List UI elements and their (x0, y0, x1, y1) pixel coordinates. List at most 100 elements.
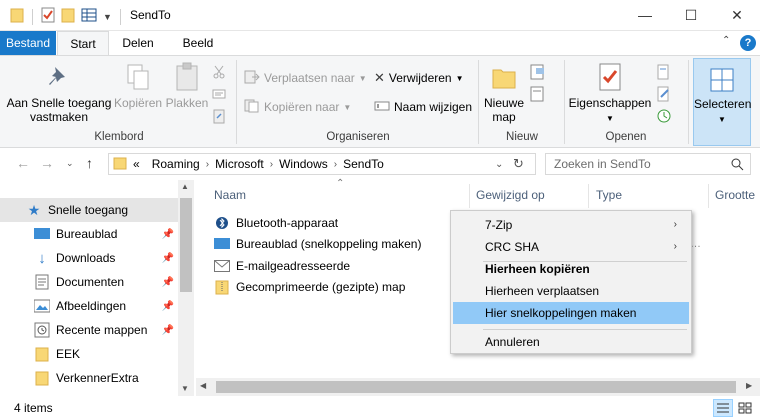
minimize-button[interactable]: — (622, 0, 668, 30)
up-button[interactable]: ↑ (86, 155, 93, 171)
nav-item-eek[interactable]: EEK (0, 342, 178, 366)
help-button[interactable]: ? (740, 35, 756, 51)
menu-item-copy-here[interactable]: Hierheen kopiëren (453, 258, 689, 280)
nav-item-bureaublad[interactable]: Bureaublad 📌 (0, 222, 178, 246)
pin-to-quick-access-button[interactable]: Aan Snelle toegang vastmaken (6, 60, 112, 124)
nav-item-recente-mappen[interactable]: Recente mappen 📌 (0, 318, 178, 342)
ribbon: Aan Snelle toegang vastmaken Kopiëren Pl… (0, 55, 760, 148)
copy-button[interactable]: Kopiëren (114, 60, 162, 110)
column-header-type[interactable]: Type (596, 188, 622, 202)
edit-icon[interactable] (656, 84, 672, 104)
menu-item-cancel[interactable]: Annuleren (453, 331, 689, 353)
folder-icon (10, 7, 24, 26)
scroll-up-icon[interactable]: ▲ (181, 182, 189, 191)
column-header-grootte[interactable]: Grootte (715, 188, 755, 202)
forward-button[interactable]: → (40, 155, 54, 171)
details-view-icon (717, 403, 729, 413)
download-icon: ↓ (38, 249, 46, 267)
column-header-gewijzigd-op[interactable]: Gewijzigd op (476, 188, 545, 202)
copy-icon (122, 62, 154, 92)
breadcrumb-microsoft[interactable]: Microsoft (209, 157, 270, 171)
open-icon[interactable] (656, 62, 672, 82)
new-item-icon[interactable] (530, 62, 550, 82)
group-separator (688, 60, 689, 144)
easy-access-icon[interactable] (530, 84, 550, 104)
nav-item-verkennerextra[interactable]: VerkennerExtra (0, 366, 178, 390)
mail-icon (214, 258, 230, 274)
copy-path-icon[interactable] (212, 84, 226, 104)
file-list-horizontal-scrollbar[interactable]: ◀ ▶ (196, 378, 760, 396)
back-button[interactable]: ← (16, 155, 30, 171)
address-dropdown-icon[interactable]: ⌄ (495, 159, 503, 170)
scroll-left-icon[interactable]: ◀ (200, 381, 206, 390)
column-separator[interactable] (588, 184, 589, 208)
file-row[interactable]: Bluetooth-apparaat (214, 213, 338, 233)
column-separator[interactable] (469, 184, 470, 208)
scroll-right-icon[interactable]: ▶ (746, 381, 752, 390)
nav-item-downloads[interactable]: ↓ Downloads 📌 (0, 246, 178, 270)
new-folder-button[interactable]: Nieuwe map (482, 60, 526, 124)
pin-icon: 📌 (161, 276, 174, 288)
paste-shortcut-icon[interactable] (212, 106, 226, 126)
details-view-icon[interactable] (81, 7, 97, 26)
select-grid-icon (709, 67, 735, 93)
delete-label: Verwijderen (388, 71, 452, 85)
navigation-pane: ★ Snelle toegang Bureaublad 📌 ↓ Download… (0, 180, 194, 396)
search-icon (731, 154, 744, 177)
ribbon-tabs: Bestand Start Delen Beeld ⌃ ? (0, 31, 760, 56)
search-input[interactable]: Zoeken in SendTo (545, 153, 751, 175)
recent-locations-icon[interactable]: ⌄ (66, 158, 74, 169)
maximize-button[interactable]: ☐ (668, 0, 714, 30)
address-bar[interactable]: « Roaming › Microsoft › Windows › SendTo… (108, 153, 536, 175)
move-to-icon (244, 70, 260, 87)
item-count: 4 items (14, 401, 53, 415)
group-label-klembord: Klembord (94, 131, 144, 143)
select-button[interactable]: Selecteren ▼ (693, 58, 751, 146)
customize-qat-chevron-icon[interactable]: ▼ (103, 12, 112, 22)
properties-icon[interactable] (41, 7, 55, 26)
paste-icon (171, 62, 203, 92)
properties-button[interactable]: Eigenschappen ▼ (568, 60, 652, 126)
scroll-down-icon[interactable]: ▼ (181, 384, 189, 393)
nav-item-documenten[interactable]: Documenten 📌 (0, 270, 178, 294)
tab-bestand[interactable]: Bestand (0, 31, 56, 55)
menu-item-move-here[interactable]: Hierheen verplaatsen (453, 280, 689, 302)
large-icons-view-icon (738, 402, 752, 414)
new-folder-icon[interactable] (61, 7, 75, 26)
tab-delen[interactable]: Delen (112, 31, 164, 55)
history-icon[interactable] (656, 106, 672, 126)
copy-to-button[interactable]: Kopiëren naar ▼ (244, 97, 351, 117)
file-row[interactable]: E-mailgeadresseerde (214, 256, 350, 276)
nav-item-afbeeldingen[interactable]: Afbeeldingen 📌 (0, 294, 178, 318)
breadcrumb-windows[interactable]: Windows (273, 157, 334, 171)
file-row[interactable]: Bureaublad (snelkoppeling maken) (214, 234, 421, 254)
menu-item-create-shortcuts-here[interactable]: Hier snelkoppelingen maken (453, 302, 689, 324)
close-button[interactable]: ✕ (714, 0, 760, 30)
nav-item-snelle-toegang[interactable]: ★ Snelle toegang (0, 198, 178, 222)
large-icons-view-button[interactable] (735, 399, 755, 417)
column-separator[interactable] (708, 184, 709, 208)
breadcrumb-roaming[interactable]: Roaming (146, 157, 206, 171)
paste-button[interactable]: Plakken (164, 60, 210, 110)
cut-icon[interactable] (212, 62, 226, 82)
nav-scrollbar-thumb[interactable] (180, 198, 192, 292)
tab-start[interactable]: Start (57, 31, 109, 56)
horizontal-scrollbar-thumb[interactable] (216, 381, 736, 393)
breadcrumb-overflow[interactable]: « (127, 157, 146, 171)
file-row[interactable]: Gecomprimeerde (gezipte) map (214, 277, 405, 297)
move-to-button[interactable]: Verplaatsen naar ▼ (244, 68, 367, 88)
quick-access-toolbar: ▼ (10, 7, 123, 26)
tab-beeld[interactable]: Beeld (170, 31, 226, 55)
menu-item-crc-sha[interactable]: CRC SHA › (453, 236, 689, 258)
refresh-icon[interactable]: ↻ (513, 156, 524, 172)
zip-folder-icon (214, 279, 230, 295)
collapse-ribbon-icon[interactable]: ⌃ (722, 35, 730, 46)
details-view-button[interactable] (713, 399, 733, 417)
menu-item-7zip[interactable]: 7-Zip › (453, 214, 689, 236)
column-header-naam[interactable]: Naam (214, 188, 246, 202)
dropdown-arrow-icon: ▼ (718, 115, 726, 124)
nav-scrollbar[interactable]: ▲ ▼ (178, 180, 194, 396)
delete-button[interactable]: ✕ Verwijderen ▼ (374, 68, 464, 88)
rename-button[interactable]: Naam wijzigen (374, 97, 472, 117)
breadcrumb-sendto[interactable]: SendTo (337, 157, 390, 171)
